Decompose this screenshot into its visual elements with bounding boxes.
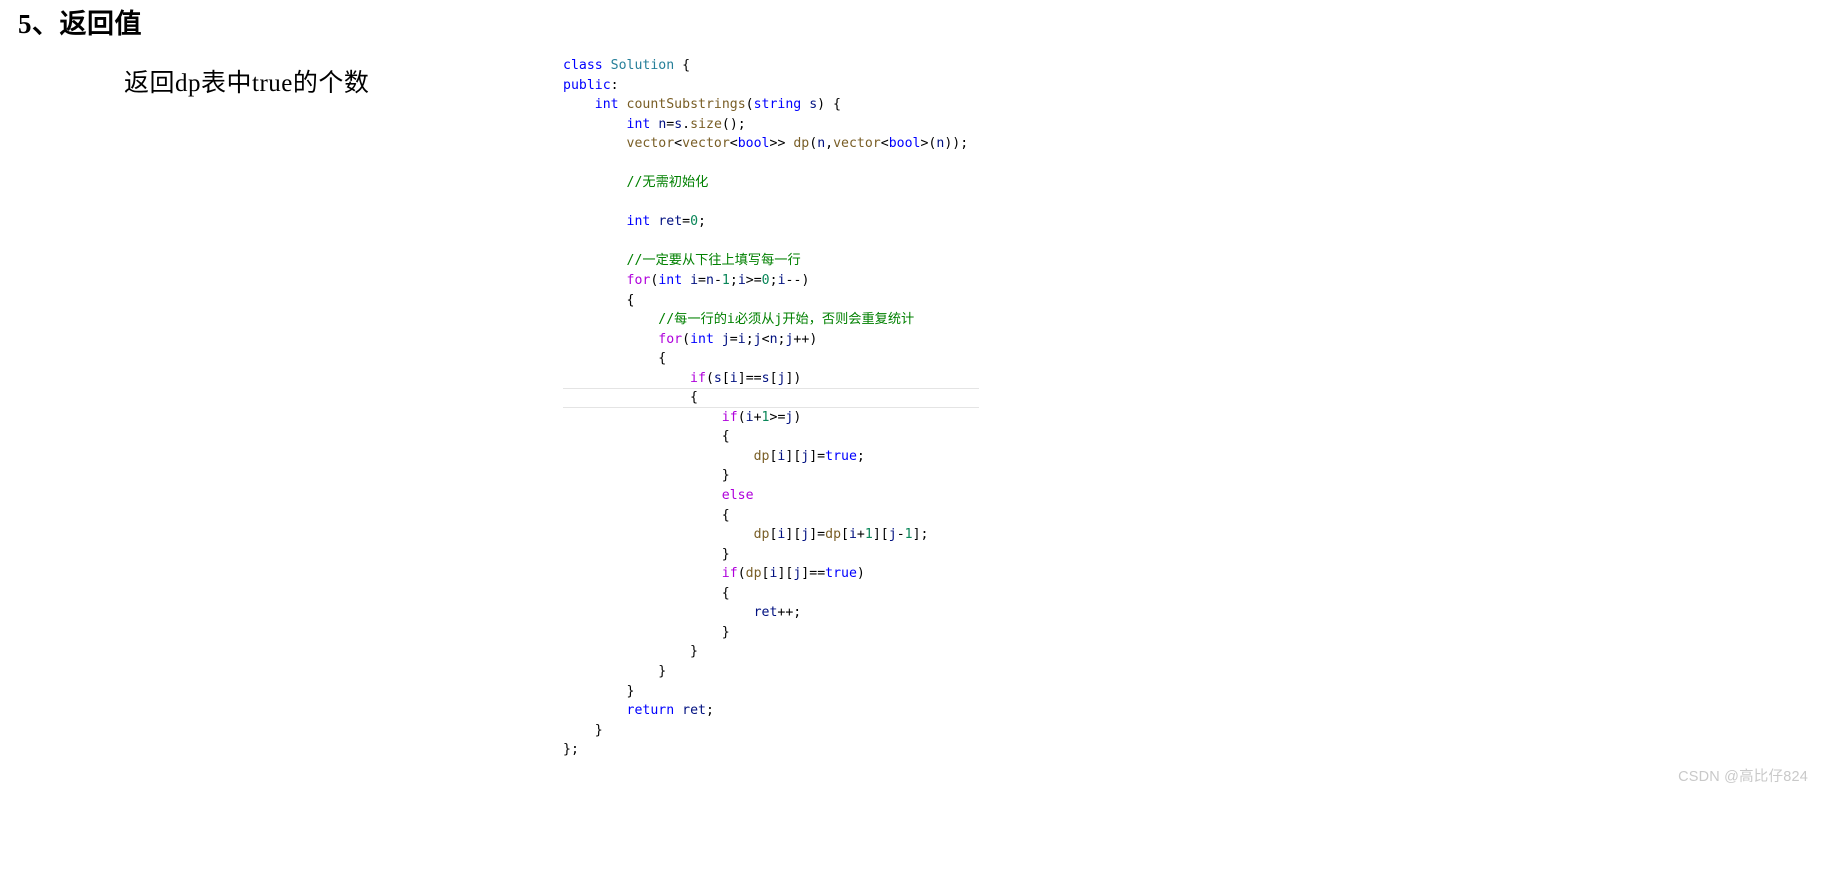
code-line[interactable] (563, 154, 979, 174)
code-line[interactable]: else (563, 486, 979, 506)
code-line-text: ret++; (753, 605, 802, 621)
code-line[interactable]: //无需初始化 (563, 173, 979, 193)
code-line-text: } (721, 624, 730, 640)
code-line-text: } (721, 546, 730, 562)
code-line-text: int countSubstrings(string s) { (594, 97, 841, 113)
code-line[interactable] (563, 193, 979, 213)
code-line[interactable]: public: (563, 76, 979, 96)
code-line-text: } (658, 663, 667, 679)
code-line-text: } (594, 722, 603, 738)
code-line[interactable]: vector<vector<bool>> dp(n,vector<bool>(n… (563, 134, 979, 154)
code-line-text: { (721, 507, 730, 523)
code-line[interactable]: { (563, 388, 979, 408)
code-line[interactable]: { (563, 427, 979, 447)
code-line[interactable]: if(s[i]==s[j]) (563, 369, 979, 389)
code-line[interactable]: for(int i=n-1;i>=0;i--) (563, 271, 979, 291)
code-line[interactable]: { (563, 291, 979, 311)
code-line[interactable]: if(i+1>=j) (563, 408, 979, 428)
code-line-text: } (690, 644, 698, 660)
code-line[interactable]: }; (563, 740, 979, 760)
code-line[interactable]: dp[i][j]=true; (563, 447, 979, 467)
code-line-text: return ret; (626, 703, 714, 719)
annotation-note: 返回dp表中true的个数 (124, 70, 370, 97)
code-line[interactable]: int ret=0; (563, 212, 979, 232)
code-line[interactable]: //每一行的i必须从j开始，否则会重复统计 (563, 310, 979, 330)
code-line-text: int ret=0; (626, 214, 706, 230)
code-line[interactable]: } (563, 642, 979, 662)
code-line[interactable]: } (563, 662, 979, 682)
code-line[interactable]: { (563, 584, 979, 604)
code-line-text: } (626, 683, 635, 699)
code-line[interactable]: return ret; (563, 701, 979, 721)
code-block[interactable]: class Solution { public: int countSubstri… (563, 56, 979, 760)
page-title: 5、返回值 (18, 9, 142, 39)
code-line-text: { (721, 429, 730, 445)
code-line[interactable]: } (563, 545, 979, 565)
code-line-text: { (626, 292, 635, 308)
code-line-text: dp[i][j]=true; (753, 448, 865, 464)
code-line[interactable]: { (563, 349, 979, 369)
code-line[interactable]: { (563, 506, 979, 526)
watermark: CSDN @高比仔824 (1678, 769, 1808, 785)
code-line-text: for(int j=i;j<n;j++) (658, 331, 818, 347)
code-line-text: dp[i][j]=dp[i+1][j-1]; (753, 527, 929, 543)
code-line[interactable]: dp[i][j]=dp[i+1][j-1]; (563, 525, 979, 545)
code-line-text: //一定要从下往上填写每一行 (626, 253, 801, 269)
code-line[interactable]: ret++; (563, 603, 979, 623)
code-line[interactable]: //一定要从下往上填写每一行 (563, 251, 979, 271)
code-line[interactable]: } (563, 682, 979, 702)
code-line-text: }; (563, 742, 579, 758)
code-line-text: class Solution { (563, 58, 691, 73)
code-line-text: public: (563, 77, 619, 93)
code-line[interactable]: if(dp[i][j]==true) (563, 564, 979, 584)
code-line[interactable] (563, 232, 979, 252)
code-line-text: { (658, 351, 667, 367)
code-line[interactable]: int n=s.size(); (563, 115, 979, 135)
code-line[interactable]: for(int j=i;j<n;j++) (563, 330, 979, 350)
code-line-text: for(int i=n-1;i>=0;i--) (626, 273, 810, 289)
code-line-text: } (721, 468, 730, 484)
code-line-text: //每一行的i必须从j开始，否则会重复统计 (658, 312, 915, 328)
code-line-text: if(s[i]==s[j]) (690, 370, 802, 386)
code-line[interactable]: int countSubstrings(string s) { (563, 95, 979, 115)
code-line-text: { (690, 390, 698, 406)
code-line[interactable]: } (563, 466, 979, 486)
code-line[interactable]: class Solution { (563, 56, 979, 76)
code-line-text: //无需初始化 (626, 175, 709, 191)
code-line-text: if(i+1>=j) (721, 409, 802, 425)
code-line[interactable]: } (563, 721, 979, 741)
code-line[interactable]: } (563, 623, 979, 643)
code-line-text: vector<vector<bool>> dp(n,vector<bool>(n… (626, 136, 969, 152)
code-line-text: if(dp[i][j]==true) (721, 566, 865, 582)
code-line-text: { (721, 585, 730, 601)
code-line-text: else (721, 488, 754, 504)
code-line-text: int n=s.size(); (626, 116, 746, 132)
